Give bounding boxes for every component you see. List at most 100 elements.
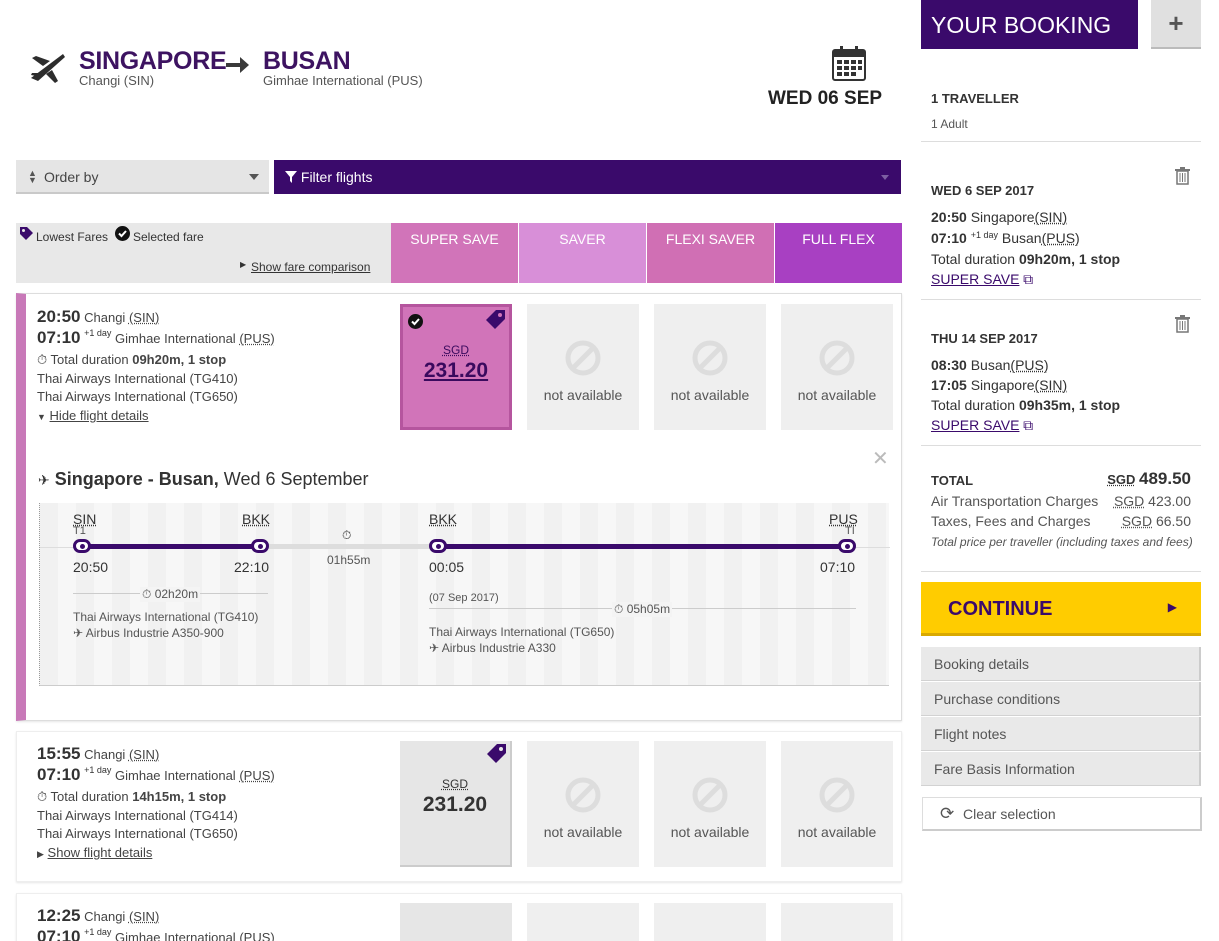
arr-code: (PUS)	[239, 331, 275, 346]
seg2-from-code: BKK	[429, 511, 458, 527]
destination-airport: Gimhae International (PUS)	[263, 73, 423, 88]
dep-time: 12:25	[37, 906, 81, 925]
tag-icon	[487, 744, 506, 763]
timeline-stop-dot	[73, 539, 91, 553]
seg1-carrier: Thai Airways International (TG410)	[73, 610, 259, 624]
fare-col-saver[interactable]: SAVER	[519, 223, 646, 283]
fare-basis-link[interactable]: Fare Basis Information	[921, 752, 1201, 786]
external-link-icon: ⧉	[1023, 417, 1034, 433]
continue-label: CONTINUE	[948, 598, 1053, 620]
total-note: Total price per traveller (including tax…	[931, 535, 1193, 549]
leg-carrier: Thai Airways International (TG650)	[37, 389, 238, 404]
filter-label: Filter flights	[300, 169, 373, 185]
close-icon[interactable]: ✕	[872, 446, 889, 471]
tax-charges-label: Taxes, Fees and Charges	[931, 513, 1091, 529]
fare-option-full-flex	[781, 903, 893, 941]
tax-charges-value: SGD 66.50	[1121, 513, 1191, 529]
duration-value: 09h20m, 1 stop	[132, 352, 227, 367]
travel-date: WED 06 SEP	[768, 88, 883, 109]
arr-day-plus: +1 day	[84, 927, 112, 937]
order-by-dropdown[interactable]: ▲ ▼ Order by	[16, 160, 269, 194]
air-charges-label: Air Transportation Charges	[931, 493, 1099, 509]
fare-col-flexi-saver[interactable]: FLEXI SAVER	[647, 223, 774, 283]
fare-option-super-save[interactable]: SGD 231.20	[400, 741, 512, 867]
outbound-date: WED 6 SEP 2017	[931, 183, 1035, 198]
return-date: THU 14 SEP 2017	[931, 331, 1038, 346]
fare-option-flexi-saver: not available	[654, 304, 766, 430]
fare-col-super-save[interactable]: SUPER SAVE	[391, 223, 518, 283]
your-booking-title: YOUR BOOKING	[921, 0, 1138, 49]
trash-icon[interactable]	[1175, 167, 1190, 185]
details-date: Wed 6 September	[223, 469, 369, 489]
arr-airport: Gimhae International	[115, 930, 236, 941]
return-departure: 08:30 Busan(PUS)	[931, 357, 1049, 373]
not-available-icon	[692, 340, 728, 376]
seg2-from-date: (07 Sep 2017)	[429, 592, 499, 604]
selected-fare-label: Selected fare	[133, 230, 204, 244]
fare-option-super-save[interactable]	[400, 903, 512, 941]
seg2-to-terminal: TI	[845, 525, 855, 537]
total-price: SGD 489.50	[1107, 469, 1191, 488]
purchase-conditions-link[interactable]: Purchase conditions	[921, 682, 1201, 716]
return-duration: Total duration 09h35m, 1 stop	[931, 397, 1121, 413]
seg2-aircraft: ✈ Airbus Industrie A330	[429, 641, 556, 655]
not-available-label: not available	[670, 387, 750, 403]
destination: BUSAN Gimhae International (PUS)	[263, 47, 423, 88]
origin-city: SINGAPORE	[79, 47, 227, 75]
external-link-icon: ⧉	[1023, 271, 1034, 287]
price-amount: 231.20	[422, 793, 488, 816]
check-circle-icon	[115, 226, 130, 241]
fare-option-full-flex: not available	[781, 304, 893, 430]
fare-legend: Lowest Fares Selected fare ▶ Show fare c…	[16, 223, 391, 283]
trash-icon[interactable]	[1175, 315, 1190, 333]
caret-right-icon: ▶	[240, 260, 247, 269]
hide-flight-details-link[interactable]: Hide flight details	[50, 408, 149, 423]
not-available-label: not available	[543, 824, 623, 840]
calendar-icon[interactable]	[832, 45, 866, 81]
flight-notes-link[interactable]: Flight notes	[921, 717, 1201, 751]
continue-button[interactable]: CONTINUE ▶	[921, 582, 1201, 636]
outbound-fare-link[interactable]: SUPER SAVE ⧉	[931, 271, 1033, 288]
arr-airport: Gimhae International	[115, 768, 236, 783]
not-available-icon	[565, 340, 601, 376]
duration-label: Total duration	[50, 789, 129, 804]
dep-code: (SIN)	[128, 747, 160, 762]
show-flight-details-link[interactable]: Show flight details	[48, 845, 153, 860]
traveller-type: 1 Adult	[931, 117, 968, 131]
duration-label: Total duration	[50, 352, 129, 367]
seg1-to-code: BKK	[242, 511, 271, 527]
airplane-icon: ✈	[38, 472, 50, 488]
outbound-arrival: 07:10 +1 day Busan(PUS)	[931, 230, 1080, 246]
timeline-stop-dot	[429, 539, 447, 553]
expand-button[interactable]: +	[1151, 0, 1201, 49]
fare-option-flexi-saver: not available	[654, 741, 766, 867]
total-label: TOTAL	[931, 473, 974, 488]
dep-code: (SIN)	[128, 909, 160, 924]
filter-icon	[285, 171, 297, 183]
dep-airport: Changi	[84, 909, 126, 924]
booking-details-link[interactable]: Booking details	[921, 647, 1201, 681]
fare-option-super-save-selected[interactable]: SGD 231.20	[400, 304, 512, 430]
seg1-to-time: 22:10	[234, 559, 270, 575]
not-available-icon	[565, 777, 601, 813]
outbound-departure: 20:50 Singapore(SIN)	[931, 209, 1068, 225]
not-available-label: not available	[543, 387, 623, 403]
price-currency: SGD	[441, 777, 468, 791]
flight-timeline: SIN T1 20:50 BKK 22:10 ⏱ 01h55m BKK 00:0…	[39, 503, 890, 686]
caret-down-icon: ▼	[37, 412, 46, 422]
price-currency: SGD	[442, 343, 469, 357]
clear-selection-button[interactable]: ⟳ Clear selection	[922, 797, 1202, 831]
outbound-duration: Total duration 09h20m, 1 stop	[931, 251, 1121, 267]
seg1-from-terminal: T1	[73, 525, 86, 537]
show-fare-comparison-link[interactable]: Show fare comparison	[251, 260, 370, 274]
arr-time: 07:10	[37, 765, 81, 784]
seg1-duration: ⏱ 02h20m	[140, 587, 201, 602]
return-fare-link[interactable]: SUPER SAVE ⧉	[931, 417, 1033, 434]
filter-flights-dropdown[interactable]: Filter flights	[274, 160, 901, 194]
check-circle-icon	[408, 314, 423, 329]
fare-col-full-flex[interactable]: FULL FLEX	[775, 223, 902, 283]
seg1-from-time: 20:50	[73, 559, 109, 575]
layover-duration: 01h55m	[327, 553, 371, 567]
arr-time: 07:10	[37, 927, 81, 941]
dep-code: (SIN)	[128, 310, 160, 325]
